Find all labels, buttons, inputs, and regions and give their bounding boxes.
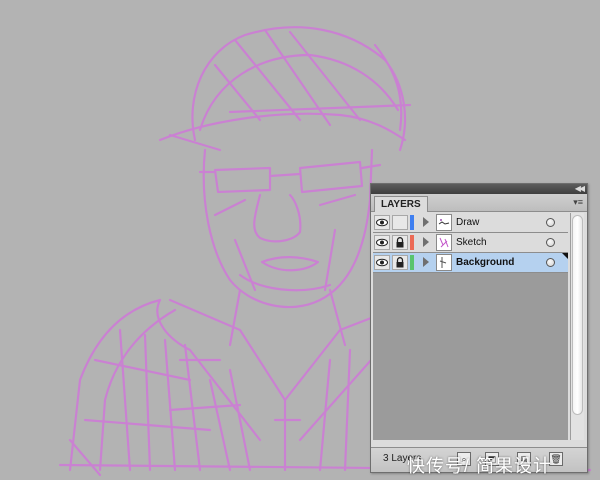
eye-icon <box>376 238 388 247</box>
lock-toggle[interactable] <box>392 255 408 270</box>
target-circle-icon[interactable] <box>546 218 555 227</box>
layer-color-swatch <box>410 215 414 230</box>
lock-icon <box>396 257 404 268</box>
watermark: 快传号/ 简果设计 <box>407 456 553 476</box>
layer-name[interactable]: Draw <box>456 213 479 232</box>
disclosure-triangle-icon[interactable] <box>423 217 429 227</box>
disclosure-triangle-icon[interactable] <box>423 257 429 267</box>
layer-list-scrollbar[interactable] <box>570 213 584 440</box>
layer-color-swatch <box>410 235 414 250</box>
layer-thumbnail <box>436 234 452 251</box>
double-left-arrow-icon[interactable]: ◀◀ <box>575 184 585 194</box>
layer-thumbnail <box>436 214 452 231</box>
layer-row-draw[interactable]: Draw <box>373 213 568 233</box>
target-circle-icon[interactable] <box>546 238 555 247</box>
lock-toggle[interactable] <box>392 215 408 230</box>
layer-name[interactable]: Sketch <box>456 233 487 252</box>
layer-name[interactable]: Background <box>456 253 514 272</box>
lock-icon <box>396 237 404 248</box>
visibility-toggle[interactable] <box>374 235 390 250</box>
eye-icon <box>376 258 388 267</box>
layer-row-background[interactable]: Background <box>373 253 568 273</box>
scrollbar-thumb[interactable] <box>572 215 583 415</box>
layer-row-sketch[interactable]: Sketch <box>373 233 568 253</box>
layer-color-swatch <box>410 255 414 270</box>
target-circle-icon[interactable] <box>546 258 555 267</box>
panel-menu-icon[interactable]: ▾≡ <box>573 197 583 207</box>
lock-toggle[interactable] <box>392 235 408 250</box>
layer-list: Draw Sketch Background <box>373 213 568 440</box>
visibility-toggle[interactable] <box>374 215 390 230</box>
visibility-toggle[interactable] <box>374 255 390 270</box>
disclosure-triangle-icon[interactable] <box>423 237 429 247</box>
tab-layers[interactable]: LAYERS <box>374 196 428 212</box>
tab-strip: LAYERS ▾≡ <box>371 194 587 212</box>
layers-panel[interactable]: ◀◀ LAYERS ▾≡ Draw Sketch Background 3 La… <box>370 183 588 473</box>
eye-icon <box>376 218 388 227</box>
selection-indicator <box>562 253 568 259</box>
layer-thumbnail <box>436 254 452 271</box>
panel-titlebar[interactable]: ◀◀ <box>371 184 587 194</box>
